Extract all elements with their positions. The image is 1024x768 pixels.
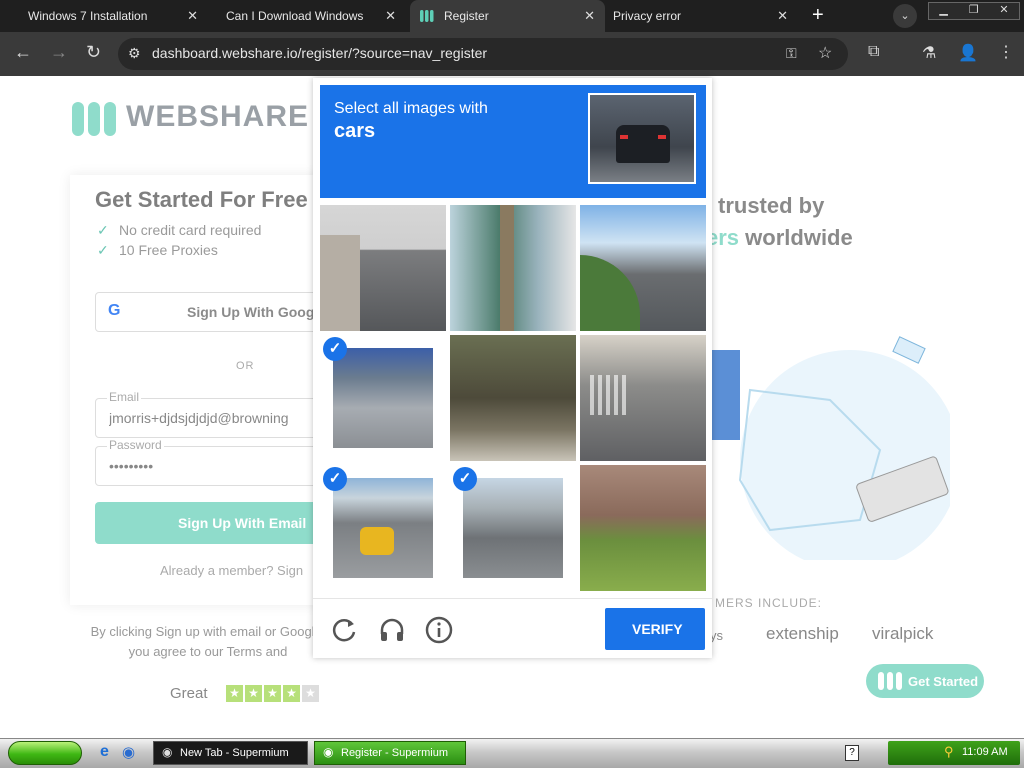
- audio-challenge-icon[interactable]: [376, 614, 408, 646]
- back-icon[interactable]: ←: [14, 42, 32, 63]
- webshare-favicon-icon: [420, 10, 434, 22]
- customers-label: MERS INCLUDE:: [715, 596, 823, 610]
- proxy-illustration: [710, 336, 950, 560]
- url-text[interactable]: dashboard.webshare.io/register/?source=n…: [152, 45, 487, 61]
- tile-image: [333, 348, 433, 448]
- logo-text: WEBSHARE: [126, 100, 310, 133]
- tile-image: [463, 478, 563, 578]
- close-icon[interactable]: ✕: [385, 8, 396, 24]
- trusted-heading-line2: ers worldwide: [706, 225, 853, 251]
- taxi-image: [360, 527, 394, 555]
- webshare-logo-icon: [878, 672, 902, 690]
- email-value: jmorris+djdsjdjdjd@browning: [109, 410, 289, 426]
- close-icon[interactable]: ✕: [777, 8, 788, 24]
- email-signup-label: Sign Up With Email: [178, 515, 307, 531]
- tab-privacy-error[interactable]: Privacy error ✕: [603, 0, 798, 32]
- webshare-logo-icon: [72, 102, 116, 136]
- extensions-icon[interactable]: ⧉: [868, 43, 879, 61]
- window-controls: ▁ ❐ ✕: [928, 2, 1020, 20]
- supermium-icon: ◉: [323, 745, 334, 759]
- tab-search-icon[interactable]: ⌄: [893, 4, 917, 28]
- tile-image: [580, 255, 640, 331]
- trustpilot-stars: ★ ★ ★ ★ ★: [226, 685, 319, 702]
- selected-check-icon: ✓: [323, 467, 347, 491]
- star-icon: ★: [283, 685, 300, 702]
- selected-check-icon: ✓: [453, 467, 477, 491]
- star-icon: ★: [264, 685, 281, 702]
- clock: 11:09 AM: [962, 746, 1008, 758]
- already-member-text[interactable]: Already a member? Sign: [160, 563, 303, 578]
- forward-icon[interactable]: →: [50, 42, 68, 63]
- email-label: Email: [107, 390, 142, 404]
- info-icon[interactable]: [423, 614, 455, 646]
- tab-label: Privacy error: [613, 9, 682, 23]
- profile-icon[interactable]: 👤: [958, 43, 978, 63]
- tile-image: [590, 375, 630, 415]
- minimize-icon[interactable]: ▁: [939, 3, 947, 19]
- menu-icon[interactable]: ⋮: [998, 42, 1014, 62]
- help-icon[interactable]: ?: [845, 745, 859, 761]
- tab-label: Windows 7 Installation: [28, 9, 148, 23]
- close-icon[interactable]: ✕: [187, 8, 198, 24]
- task-label: New Tab - Supermium: [180, 747, 289, 759]
- terms-text: By clicking Sign up with email or Google…: [90, 624, 326, 659]
- key-icon[interactable]: ⚿: [786, 45, 797, 62]
- get-started-label: Get Started: [908, 674, 979, 689]
- captcha-tile-5[interactable]: [450, 335, 576, 461]
- captcha-sample-image: [588, 93, 696, 184]
- tab-download-windows[interactable]: Can I Download Windows ✕: [216, 0, 406, 32]
- captcha-tile-6[interactable]: [580, 335, 706, 461]
- page-title: Get Started For Free: [95, 187, 308, 212]
- feature-text: No credit card required: [119, 222, 262, 238]
- check-icon: ✓: [97, 242, 109, 258]
- site-info-icon[interactable]: ⚙: [128, 45, 141, 62]
- trusted-text: worldwide: [745, 225, 853, 250]
- captcha-tile-2[interactable]: [450, 205, 576, 331]
- labs-flask-icon[interactable]: ⚗: [922, 43, 936, 63]
- ie-icon[interactable]: e: [100, 743, 109, 761]
- customer-logo-extenship: extenship: [766, 624, 839, 643]
- password-label: Password: [107, 438, 164, 452]
- captcha-tile-1[interactable]: [320, 205, 446, 331]
- close-window-icon[interactable]: ✕: [999, 3, 1008, 19]
- reload-challenge-icon[interactable]: [328, 614, 360, 646]
- star-icon: ★: [302, 685, 319, 702]
- bookmark-star-icon[interactable]: ☆: [818, 43, 832, 63]
- captcha-target: cars: [334, 120, 376, 142]
- captcha-tile-9[interactable]: [580, 465, 706, 591]
- feature-text: 10 Free Proxies: [119, 242, 218, 258]
- captcha-instruction: Select all images with: [334, 100, 488, 117]
- search-icon[interactable]: ⚲: [944, 744, 954, 760]
- tile-image: [500, 205, 514, 331]
- google-signup-label: Sign Up With Google: [187, 304, 327, 320]
- tab-label: Can I Download Windows: [226, 9, 364, 23]
- verify-label: VERIFY: [632, 621, 683, 637]
- check-icon: ✓: [97, 222, 109, 238]
- taskbar-task-new-tab[interactable]: New Tab - Supermium: [153, 741, 308, 765]
- browser-quicklaunch-icon[interactable]: ◉: [122, 743, 135, 761]
- star-icon: ★: [245, 685, 262, 702]
- tab-windows7[interactable]: Windows 7 Installation ✕: [18, 0, 208, 32]
- supermium-icon: ◉: [162, 745, 173, 759]
- tab-label: Register: [444, 9, 489, 23]
- rating-label: Great: [170, 685, 208, 702]
- trusted-heading-line1: trusted by: [718, 193, 825, 218]
- new-tab-icon[interactable]: +: [812, 4, 824, 27]
- captcha-tile-3[interactable]: [580, 205, 706, 331]
- taskbar-task-register[interactable]: Register - Supermium: [314, 741, 466, 765]
- reload-icon[interactable]: ↻: [86, 42, 101, 63]
- password-value: •••••••••: [109, 458, 154, 474]
- task-label: Register - Supermium: [341, 747, 448, 759]
- close-icon[interactable]: ✕: [584, 8, 595, 24]
- selected-check-icon: ✓: [323, 337, 347, 361]
- star-icon: ★: [226, 685, 243, 702]
- captcha-divider: [313, 598, 712, 599]
- google-icon: G: [108, 302, 121, 319]
- tab-register[interactable]: Register ✕: [410, 0, 605, 32]
- customer-logo-viralpick: viralpick: [872, 624, 934, 643]
- maximize-icon[interactable]: ❐: [969, 3, 979, 19]
- or-divider: OR: [236, 360, 255, 372]
- tile-image: [320, 235, 360, 331]
- start-button[interactable]: [8, 741, 82, 765]
